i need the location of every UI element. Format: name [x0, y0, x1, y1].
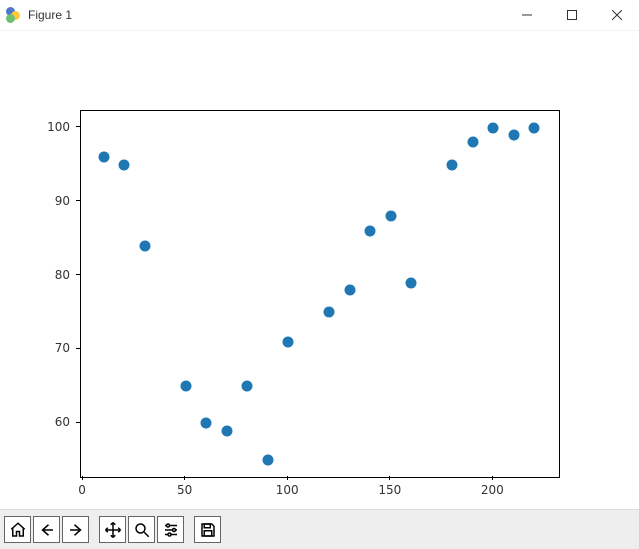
- y-tick-label: 60: [42, 415, 75, 429]
- configure-button[interactable]: [157, 516, 184, 543]
- scatter-point: [98, 152, 109, 163]
- x-tick-label: 200: [481, 483, 504, 497]
- plot-axes: [80, 110, 560, 478]
- scatter-point: [488, 122, 499, 133]
- zoom-icon: [133, 521, 151, 539]
- x-tick: 50: [170, 476, 200, 497]
- move-icon: [104, 521, 122, 539]
- scatter-point: [447, 159, 458, 170]
- x-tick-label: 50: [177, 483, 192, 497]
- back-button[interactable]: [33, 516, 60, 543]
- minimize-button[interactable]: [504, 0, 549, 30]
- matplotlib-toolbar: [0, 509, 639, 549]
- y-tick-label: 90: [42, 194, 75, 208]
- window-controls: [504, 0, 639, 30]
- y-tick-label: 100: [42, 120, 75, 134]
- x-tick: 0: [67, 476, 97, 497]
- y-tick: 70: [42, 341, 80, 355]
- y-tick: 100: [42, 120, 80, 134]
- y-tick-label: 70: [42, 341, 75, 355]
- home-icon: [9, 521, 27, 539]
- arrow-right-icon: [67, 521, 85, 539]
- window-title: Figure 1: [28, 8, 72, 22]
- scatter-point: [324, 307, 335, 318]
- y-tick-label: 80: [42, 268, 75, 282]
- x-tick-label: 150: [378, 483, 401, 497]
- scatter-point: [344, 285, 355, 296]
- close-button[interactable]: [594, 0, 639, 30]
- scatter-point: [139, 240, 150, 251]
- save-icon: [199, 521, 217, 539]
- scatter-point: [221, 425, 232, 436]
- maximize-button[interactable]: [549, 0, 594, 30]
- scatter-point: [529, 122, 540, 133]
- window-titlebar: Figure 1: [0, 0, 639, 31]
- scatter-point: [283, 337, 294, 348]
- scatter-point: [365, 226, 376, 237]
- x-tick-label: 0: [78, 483, 86, 497]
- home-button[interactable]: [4, 516, 31, 543]
- forward-button[interactable]: [62, 516, 89, 543]
- arrow-left-icon: [38, 521, 56, 539]
- matplotlib-icon: [6, 7, 22, 23]
- scatter-point: [119, 159, 130, 170]
- scatter-point: [242, 381, 253, 392]
- y-tick: 80: [42, 268, 80, 282]
- scatter-point: [180, 381, 191, 392]
- scatter-point: [467, 137, 478, 148]
- y-tick: 90: [42, 194, 80, 208]
- pan-button[interactable]: [99, 516, 126, 543]
- scatter-point: [385, 211, 396, 222]
- x-tick: 200: [477, 476, 507, 497]
- zoom-button[interactable]: [128, 516, 155, 543]
- scatter-point: [508, 130, 519, 141]
- x-tick: 150: [375, 476, 405, 497]
- y-tick: 60: [42, 415, 80, 429]
- figure-canvas[interactable]: 60 70 80 90 100 0 50 100 150 200: [0, 31, 639, 510]
- x-tick: 100: [272, 476, 302, 497]
- sliders-icon: [162, 521, 180, 539]
- x-tick-label: 100: [276, 483, 299, 497]
- save-button[interactable]: [194, 516, 221, 543]
- scatter-point: [201, 418, 212, 429]
- scatter-point: [406, 277, 417, 288]
- scatter-point: [262, 455, 273, 466]
